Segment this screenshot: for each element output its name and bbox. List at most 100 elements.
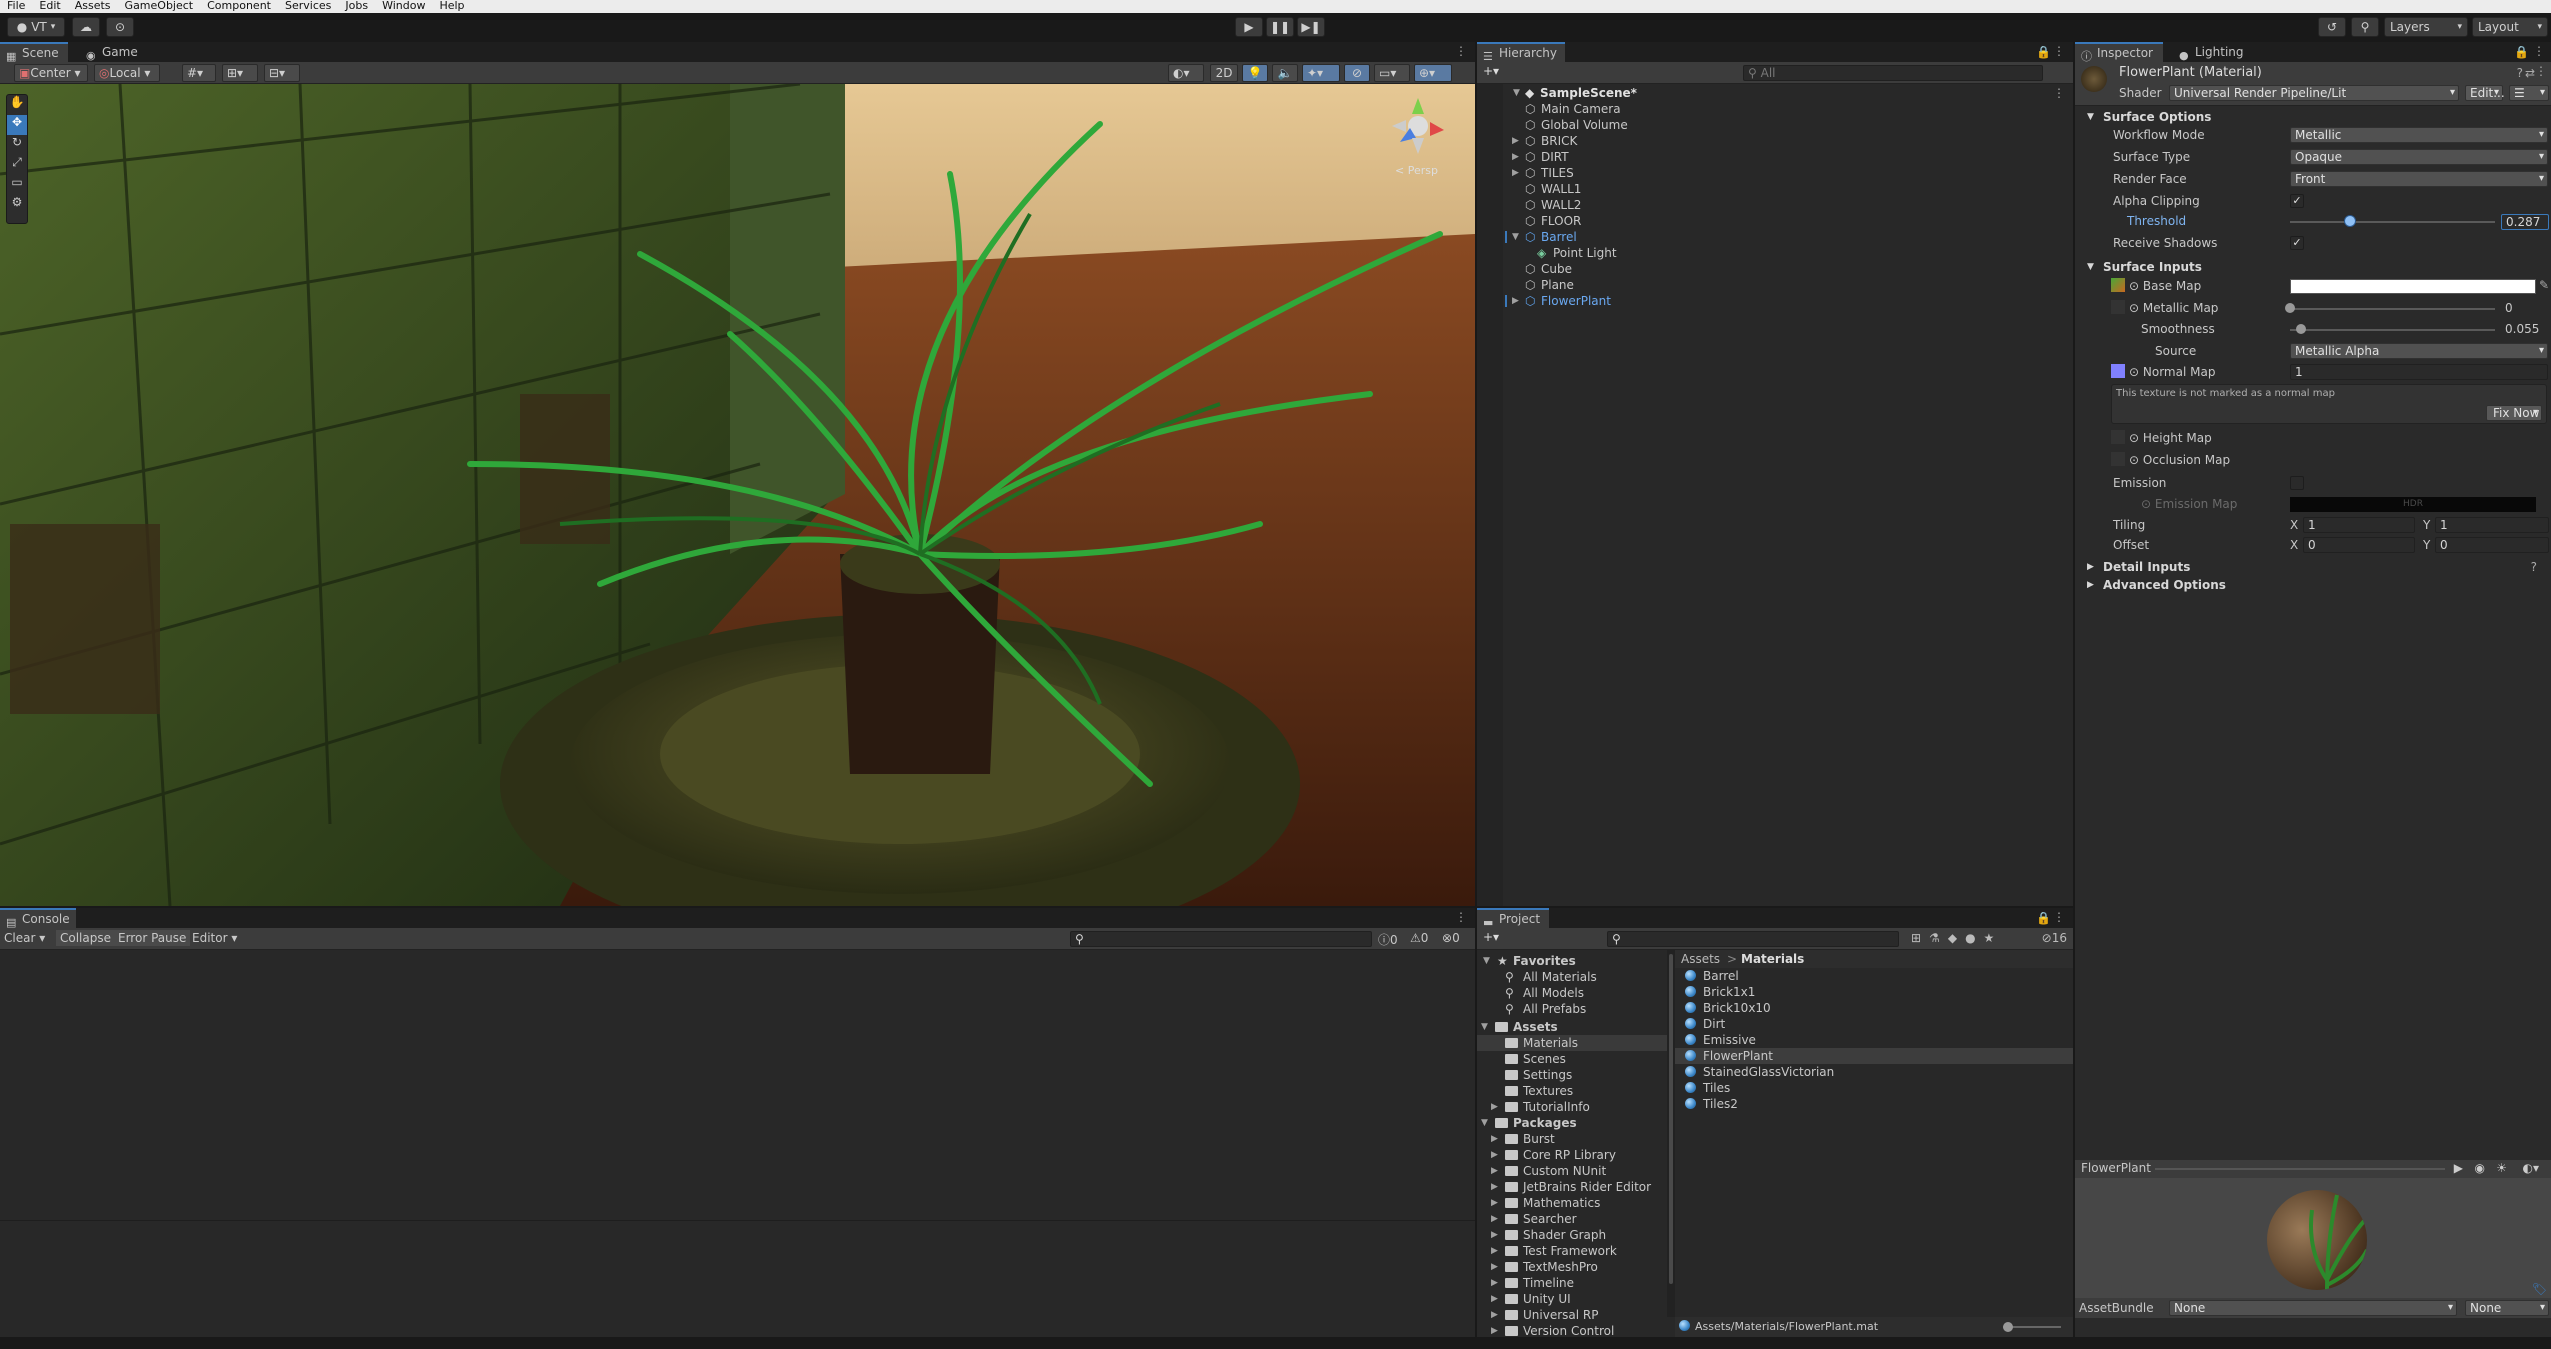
menu-edit[interactable]: Edit — [32, 0, 67, 11]
hidden-packages[interactable]: ⊘16 — [2042, 931, 2067, 945]
hidden-objects-toggle[interactable]: ⊘ — [1344, 64, 1370, 82]
menu-help[interactable]: Help — [432, 0, 471, 11]
foldout-icon[interactable]: ▶ — [1512, 293, 1519, 309]
metallic-value[interactable]: 0 — [2505, 301, 2513, 315]
base-map-color[interactable] — [2290, 279, 2536, 294]
detail-inputs-header[interactable]: ▶ Detail Inputs? — [2075, 558, 2551, 576]
move-tool-icon[interactable]: ✥ — [7, 115, 27, 135]
shader-options-dropdown[interactable]: ☰ — [2509, 85, 2549, 101]
foldout-icon[interactable]: ▶ — [1512, 165, 1519, 181]
console-menu-icon[interactable]: ⋮ — [1455, 910, 1467, 924]
package-timeline[interactable]: ▶ Timeline — [1477, 1275, 1667, 1291]
tab-scene[interactable]: ▦ Scene — [0, 42, 68, 63]
menu-services[interactable]: Services — [278, 0, 338, 11]
hierarchy-item-brick[interactable]: ▶ ⬡ BRICK — [1477, 133, 2073, 149]
foldout-icon[interactable]: ▶ — [1491, 1099, 1498, 1115]
threshold-input[interactable]: 0.287 — [2501, 214, 2549, 230]
asset-item-stainedglassvictorian[interactable]: StainedGlassVictorian — [1675, 1064, 2073, 1080]
lock-icon[interactable]: 🔒 — [2036, 911, 2051, 925]
asset-item-barrel[interactable]: Barrel — [1675, 968, 2073, 984]
tab-game[interactable]: ◉ Game — [80, 42, 144, 62]
preview-area[interactable]: 🏷 — [2075, 1178, 2551, 1298]
light-icon[interactable]: ☀ — [2496, 1161, 2507, 1175]
layout-dropdown[interactable]: Layout ▾ — [2472, 17, 2548, 37]
grid-snap-dropdown[interactable]: #▾ — [182, 64, 216, 82]
error-pause-button[interactable]: Error Pause — [114, 930, 191, 946]
history-button[interactable]: ↺ — [2318, 17, 2346, 37]
help-icon[interactable]: ? — [2517, 66, 2523, 80]
foldout-icon[interactable]: ▶ — [1491, 1243, 1498, 1259]
hierarchy-item-floor[interactable]: ⬡ FLOOR — [1477, 213, 2073, 229]
layers-dropdown[interactable]: Layers ▾ — [2384, 17, 2468, 37]
scale-tool-icon[interactable]: ⤢ — [7, 155, 27, 175]
pause-button[interactable]: ❚❚ — [1266, 17, 1294, 37]
smoothness-slider-thumb[interactable] — [2296, 324, 2307, 334]
project-search-input[interactable]: ⚲ — [1607, 931, 1899, 947]
favorite-all-materials[interactable]: ⚲ All Materials — [1477, 969, 1667, 985]
context-menu-icon[interactable]: ⋮ — [2535, 64, 2547, 78]
menu-jobs[interactable]: Jobs — [338, 0, 375, 11]
assetbundle-variant-dropdown[interactable]: None — [2465, 1300, 2549, 1316]
foldout-icon[interactable]: ▶ — [1491, 1179, 1498, 1195]
favorites-header[interactable]: ▼ ★ Favorites — [1477, 953, 1667, 969]
package-jetbrains-rider-editor[interactable]: ▶ JetBrains Rider Editor — [1477, 1179, 1667, 1195]
surface-inputs-header[interactable]: ▼ Surface Inputs — [2075, 258, 2551, 276]
transform-tool-icon[interactable]: ⚙ — [7, 195, 27, 215]
editor-dropdown[interactable]: Editor ▾ — [192, 931, 237, 945]
hand-tool-icon[interactable]: ✋ — [7, 95, 27, 115]
shader-dropdown[interactable]: Universal Render Pipeline/Lit — [2169, 85, 2459, 101]
smoothness-slider-track[interactable] — [2290, 329, 2495, 331]
asset-item-tiles2[interactable]: Tiles2 — [1675, 1096, 2073, 1112]
asset-item-emissive[interactable]: Emissive — [1675, 1032, 2073, 1048]
occlusion-map-slot[interactable] — [2111, 452, 2125, 466]
hierarchy-item-flowerplant[interactable]: ▶ ⬡ FlowerPlant — [1477, 293, 2073, 309]
hierarchy-item-plane[interactable]: ⬡ Plane — [1477, 277, 2073, 293]
hierarchy-item-wall1[interactable]: ⬡ WALL1 — [1477, 181, 2073, 197]
package-shader-graph[interactable]: ▶ Shader Graph — [1477, 1227, 1667, 1243]
toggle-2d[interactable]: 2D — [1210, 64, 1238, 82]
package-unity-ui[interactable]: ▶ Unity UI — [1477, 1291, 1667, 1307]
play-button[interactable]: ▶ — [1235, 17, 1263, 37]
asset-item-brick1x1[interactable]: Brick1x1 — [1675, 984, 2073, 1000]
scene-root[interactable]: ▼ ◆ SampleScene* ⋮ — [1477, 85, 2073, 101]
foldout-icon[interactable]: ▶ — [1491, 1227, 1498, 1243]
space-dropdown[interactable]: ◎Local ▾ — [94, 64, 160, 82]
folder-tutorialinfo[interactable]: ▶ TutorialInfo — [1477, 1099, 1667, 1115]
metallic-slider-track[interactable] — [2290, 308, 2495, 310]
foldout-icon[interactable]: ▶ — [1491, 1307, 1498, 1323]
step-button[interactable]: ▶❚ — [1297, 17, 1325, 37]
package-test-framework[interactable]: ▶ Test Framework — [1477, 1243, 1667, 1259]
threshold-slider-thumb[interactable] — [2343, 215, 2356, 227]
camera-dropdown[interactable]: ▭▾ — [1374, 64, 1410, 82]
tree-scrollbar[interactable] — [1667, 950, 1675, 1317]
hierarchy-item-point-light[interactable]: ◈ Point Light — [1477, 245, 2073, 261]
preset-icon[interactable]: ⇄ — [2525, 66, 2535, 80]
surface-options-header[interactable]: ▼ Surface Options — [2075, 108, 2551, 126]
breadcrumb-materials[interactable]: Materials — [1741, 952, 1804, 966]
menu-file[interactable]: File — [0, 0, 32, 11]
tiling-y-input[interactable]: 1 — [2435, 517, 2549, 533]
package-universal-rp[interactable]: ▶ Universal RP — [1477, 1307, 1667, 1323]
align-dropdown[interactable]: ⊟▾ — [264, 64, 300, 82]
lock-icon[interactable]: 🔒 — [2036, 45, 2051, 59]
asset-item-dirt[interactable]: Dirt — [1675, 1016, 2073, 1032]
warning-count[interactable]: ⚠0 — [1410, 931, 1428, 945]
package-mathematics[interactable]: ▶ Mathematics — [1477, 1195, 1667, 1211]
render-face-dropdown[interactable]: Front — [2290, 171, 2548, 187]
pivot-dropdown[interactable]: ▣Center ▾ — [14, 64, 88, 82]
scene-menu-icon[interactable]: ⋮ — [2053, 85, 2065, 101]
hierarchy-item-wall2[interactable]: ⬡ WALL2 — [1477, 197, 2073, 213]
tiling-x-input[interactable]: 1 — [2303, 517, 2415, 533]
foldout-icon[interactable]: ▶ — [1491, 1163, 1498, 1179]
edit-shader-button[interactable]: Edit... — [2465, 85, 2505, 101]
foldout-icon[interactable]: ▶ — [1491, 1275, 1498, 1291]
preview-drag-bar[interactable] — [2155, 1168, 2445, 1170]
search-filters[interactable]: ⊞⚗◆●★ — [1911, 931, 2002, 945]
base-map-thumbnail[interactable] — [2111, 278, 2125, 292]
foldout-icon[interactable]: ▶ — [1512, 149, 1519, 165]
foldout-icon[interactable]: ▶ — [1512, 133, 1519, 149]
hierarchy-item-cube[interactable]: ⬡ Cube — [1477, 261, 2073, 277]
foldout-icon[interactable]: ▶ — [1491, 1291, 1498, 1307]
audio-toggle[interactable]: 🔈 — [1272, 64, 1298, 82]
log-count[interactable]: ⓘ0 — [1378, 931, 1398, 948]
